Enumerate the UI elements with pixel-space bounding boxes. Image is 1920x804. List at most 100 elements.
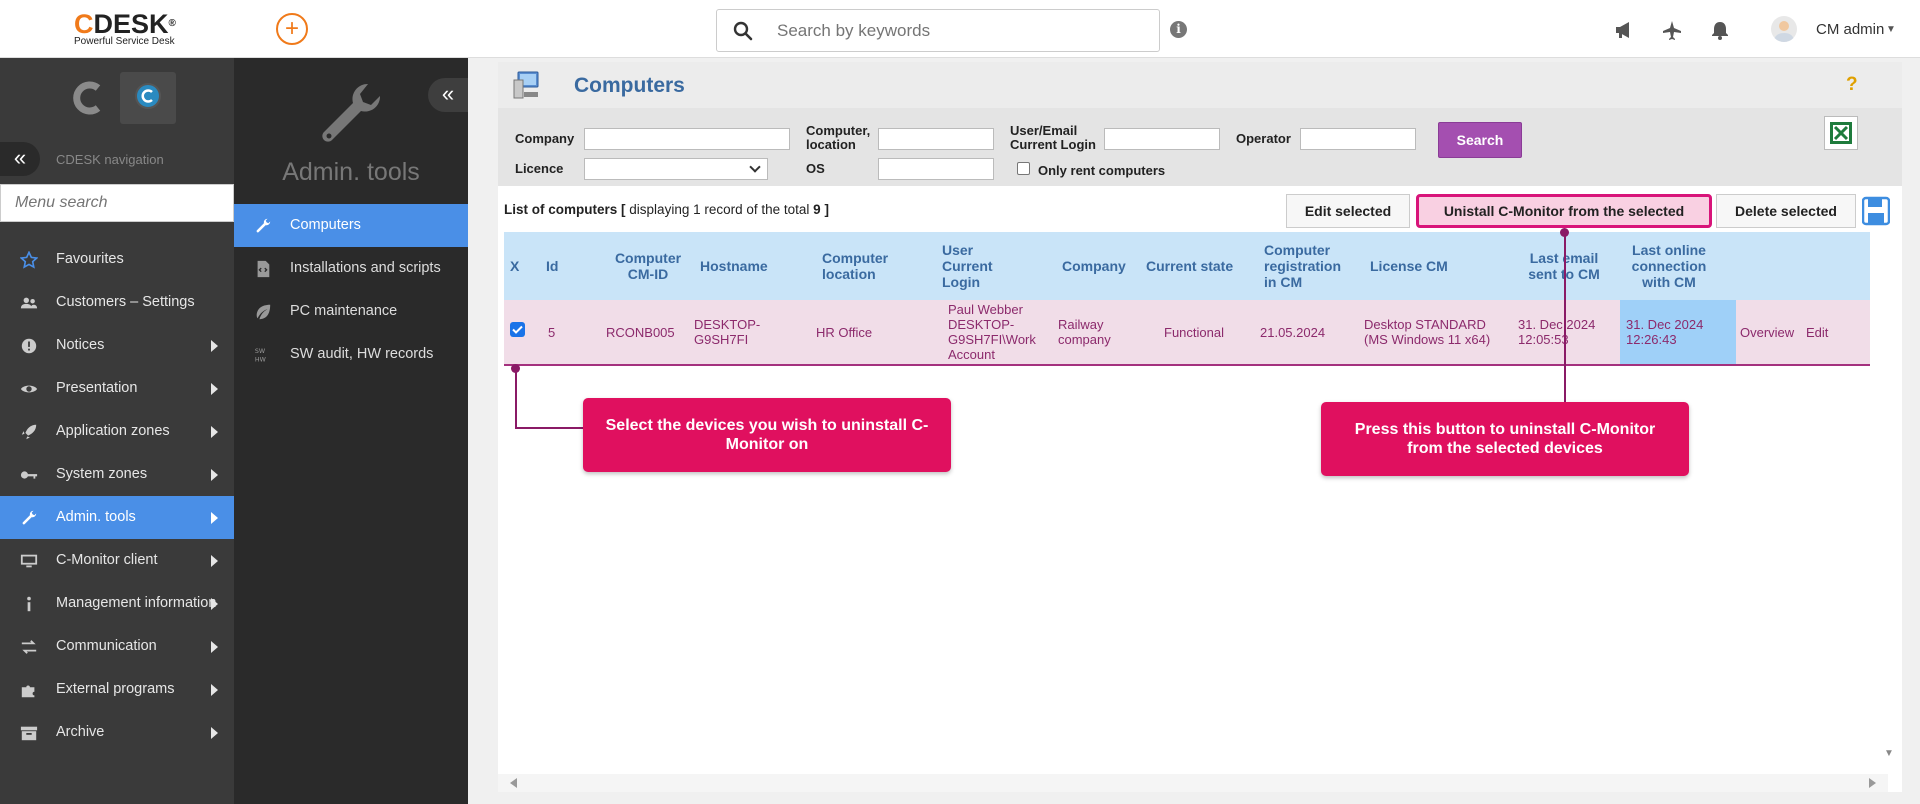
- nav-item-cmonitor-client[interactable]: C-Monitor client: [0, 539, 234, 582]
- cdesk-logo[interactable]: CDESK® Powerful Service Desk: [74, 10, 176, 47]
- subnav-item-pc-maintenance[interactable]: PC maintenance: [234, 290, 468, 333]
- column-header[interactable]: Computer registration in CM: [1264, 232, 1354, 300]
- only-rent-checkbox[interactable]: [1017, 162, 1030, 175]
- column-header[interactable]: License CM: [1370, 232, 1470, 300]
- cell-registration: 21.05.2024: [1260, 324, 1326, 340]
- menu-search-input[interactable]: [0, 184, 234, 222]
- subnav-item-label: SW audit, HW records: [290, 346, 434, 362]
- expand-arrow-icon: [211, 426, 218, 438]
- column-header[interactable]: User Current Login: [942, 232, 1002, 300]
- list-info-open: [: [621, 202, 626, 217]
- save-icon[interactable]: [1862, 196, 1890, 226]
- cell-location: HR Office: [816, 324, 873, 340]
- user-name[interactable]: CM admin: [1816, 21, 1884, 38]
- table-row[interactable]: 5 RCONB005 DESKTOP-G9SH7FI HR Office Pau…: [504, 300, 1870, 366]
- cell-state: Functional: [1164, 324, 1224, 340]
- licence-select[interactable]: [584, 158, 768, 180]
- subnav-item-sw-audit[interactable]: SW HW SW audit, HW records: [234, 333, 468, 376]
- page-title: Computers: [574, 74, 685, 97]
- user-login-filter-input[interactable]: [1104, 128, 1220, 150]
- leaf-icon: [256, 304, 271, 320]
- airplane-icon[interactable]: [1661, 19, 1683, 41]
- nav-item-external-programs[interactable]: External programs: [0, 668, 234, 711]
- column-header[interactable]: Company: [1062, 232, 1132, 300]
- cdesk-app-tile[interactable]: [62, 72, 118, 124]
- cell-cm-id: RCONB005: [606, 324, 675, 340]
- callout-leader-line: [1564, 232, 1566, 402]
- nav-item-label: C-Monitor client: [56, 552, 158, 568]
- cell-company: Railway company: [1058, 317, 1111, 347]
- nav-item-label: Admin. tools: [56, 509, 136, 525]
- scroll-down-arrow-icon[interactable]: ▼: [1884, 748, 1894, 759]
- search-input[interactable]: [777, 18, 1137, 44]
- row-select-checkbox[interactable]: [510, 322, 525, 337]
- nav-item-label: Customers – Settings: [56, 294, 195, 310]
- company-filter-input[interactable]: [584, 128, 790, 150]
- avatar-icon: [1774, 21, 1794, 42]
- nav-item-admin-tools[interactable]: Admin. tools: [0, 496, 234, 539]
- expand-arrow-icon: [211, 598, 218, 610]
- wrench-icon: [22, 510, 37, 525]
- column-header[interactable]: Hostname: [700, 232, 780, 300]
- edit-link[interactable]: Edit: [1806, 300, 1836, 364]
- nav-item-communication[interactable]: Communication: [0, 625, 234, 668]
- expand-arrow-icon: [211, 469, 218, 481]
- nav-item-label: Favourites: [56, 251, 124, 267]
- edit-selected-button[interactable]: Edit selected: [1286, 194, 1410, 228]
- delete-selected-button[interactable]: Delete selected: [1716, 194, 1856, 228]
- user-avatar[interactable]: [1771, 16, 1797, 42]
- info-icon[interactable]: i: [1170, 21, 1187, 38]
- add-new-button[interactable]: +: [276, 13, 308, 45]
- column-header[interactable]: Computer CM-ID: [610, 232, 686, 300]
- collapse-nav-button[interactable]: «: [0, 142, 40, 176]
- chevron-down-icon[interactable]: ▼: [1886, 24, 1896, 35]
- help-icon[interactable]: ?: [1846, 74, 1858, 96]
- nav-item-application-zones[interactable]: Application zones: [0, 410, 234, 453]
- column-header[interactable]: Last online connection with CM: [1624, 232, 1714, 300]
- subnav-item-computers[interactable]: Computers: [234, 204, 468, 247]
- computer-location-filter-input[interactable]: [878, 128, 994, 150]
- column-header[interactable]: Id: [546, 232, 576, 300]
- nav-item-customers-settings[interactable]: Customers – Settings: [0, 281, 234, 324]
- operator-filter-input[interactable]: [1300, 128, 1416, 150]
- cell-id: 5: [548, 324, 556, 340]
- column-header[interactable]: Computer location: [822, 232, 902, 300]
- top-bar: CDESK® Powerful Service Desk + i CM admi…: [0, 0, 1920, 58]
- title-bar: Computers ?: [498, 62, 1902, 108]
- horizontal-scrollbar[interactable]: [498, 774, 1888, 792]
- nav-item-label: Application zones: [56, 423, 170, 439]
- nav-item-management-information[interactable]: Management information: [0, 582, 234, 625]
- subnav-item-label: Computers: [290, 217, 361, 233]
- megaphone-icon[interactable]: [1613, 19, 1635, 41]
- list-title: List of computers: [504, 202, 618, 217]
- nav-item-presentation[interactable]: Presentation: [0, 367, 234, 410]
- expand-arrow-icon: [211, 512, 218, 524]
- scroll-left-arrow-icon[interactable]: [510, 778, 517, 788]
- nav-item-archive[interactable]: Archive: [0, 711, 234, 754]
- scroll-right-arrow-icon[interactable]: [1869, 778, 1876, 788]
- subnav-item-installations-scripts[interactable]: Installations and scripts: [234, 247, 468, 290]
- excel-export-icon[interactable]: [1824, 116, 1858, 150]
- overview-link[interactable]: Overview: [1740, 300, 1800, 364]
- filter-bar: Company Licence Computer, location OS Us…: [498, 108, 1902, 186]
- operator-label: Operator: [1236, 131, 1291, 146]
- search-button[interactable]: Search: [1438, 122, 1522, 158]
- nav-item-label: Management information: [56, 595, 217, 611]
- column-header[interactable]: Current state: [1146, 232, 1242, 300]
- star-icon: [20, 251, 38, 269]
- excel-icon: [1830, 122, 1852, 144]
- nav-item-favourites[interactable]: Favourites: [0, 238, 234, 281]
- users-icon: [20, 297, 38, 309]
- cmonitor-app-tile[interactable]: [120, 72, 176, 124]
- column-header[interactable]: X: [510, 232, 534, 300]
- checkmark-icon: [512, 325, 523, 334]
- user-login-label: User/Email Current Login: [1010, 123, 1096, 152]
- uninstall-cmonitor-button[interactable]: Unistall C-Monitor from the selected: [1416, 194, 1712, 228]
- bell-icon[interactable]: [1709, 19, 1731, 41]
- nav-item-system-zones[interactable]: System zones: [0, 453, 234, 496]
- nav-item-notices[interactable]: Notices: [0, 324, 234, 367]
- os-filter-input[interactable]: [878, 158, 994, 180]
- left-navigation: « CDESK navigation Favourites Customers …: [0, 58, 234, 804]
- collapse-subnav-button[interactable]: «: [428, 78, 468, 112]
- global-search[interactable]: [716, 9, 1160, 52]
